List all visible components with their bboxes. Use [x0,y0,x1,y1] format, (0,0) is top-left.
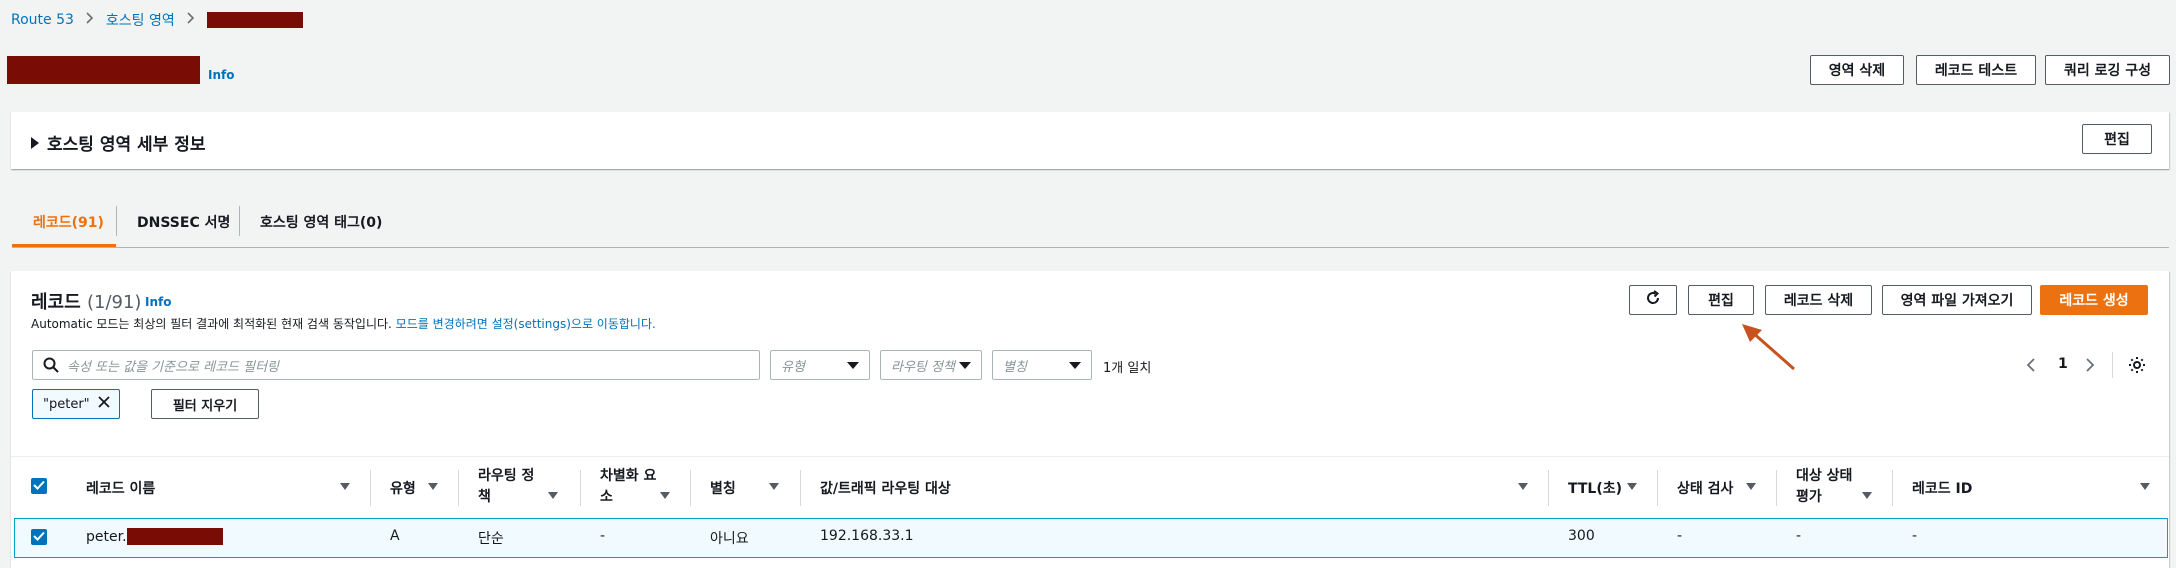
close-icon[interactable] [97,395,111,413]
cell-record-name: peter. [86,528,223,545]
refresh-icon [1645,290,1661,310]
column-divider [1892,470,1893,506]
details-edit-button[interactable]: 편집 [2082,124,2152,154]
column-divider [1657,470,1658,506]
tabs-baseline [12,247,2169,248]
cell-health-check: - [1677,528,1683,544]
chevron-right-icon [86,12,94,28]
match-count: 1개 일치 [1103,361,1152,376]
header-evaluate-target-health[interactable]: 대상 상태 평가 [1796,466,1852,508]
breadcrumb-zone-redacted [206,12,303,28]
tab-zone-tags[interactable]: 호스팅 영역 태그(0) [260,212,382,232]
cell-alias: 아니요 [710,531,749,547]
column-divider [370,470,371,506]
settings-link[interactable]: 모드를 변경하려면 설정(settings)으로 이동합니다. [396,317,656,331]
settings-gear-icon[interactable] [2128,356,2146,378]
prev-page-icon[interactable] [2026,358,2036,376]
delete-zone-button[interactable]: 영역 삭제 [1810,55,1904,85]
select-all-checkbox[interactable] [31,478,47,494]
sort-icon[interactable] [548,492,558,499]
clear-filters-button[interactable]: 필터 지우기 [151,389,259,419]
page-number[interactable]: 1 [2058,356,2068,372]
cell-target-health: - [1796,528,1802,544]
import-zone-file-button[interactable]: 영역 파일 가져오기 [1882,285,2032,315]
header-health-check[interactable]: 상태 검사 [1677,478,1733,498]
header-differentiator[interactable]: 차별화 요 소 [600,466,656,508]
sort-icon[interactable] [2140,483,2150,490]
check-icon [33,529,45,545]
test-record-button[interactable]: 레코드 테스트 [1916,55,2036,85]
cell-value: 192.168.33.1 [820,528,914,544]
breadcrumb-route53-link[interactable]: Route 53 [11,12,74,28]
header-ttl[interactable]: TTL(초) [1568,478,1622,498]
cell-type: A [390,528,400,544]
search-icon [43,357,59,373]
column-divider [580,470,581,506]
column-divider [690,470,691,506]
page-title-redacted [7,56,200,84]
caret-right-icon [31,136,39,149]
expand-toggle[interactable]: 호스팅 영역 세부 정보 [31,130,206,155]
pagination-divider [2112,352,2113,378]
check-icon [33,478,45,494]
caret-down-icon [959,361,971,369]
search-placeholder: 속성 또는 값을 기준으로 레코드 필터링 [67,359,280,375]
details-panel-title: 호스팅 영역 세부 정보 [47,135,206,155]
records-count: (1/91) [86,292,142,313]
sort-icon[interactable] [769,483,779,490]
caret-down-icon [847,361,859,369]
annotation-arrow [1742,324,1795,371]
header-type[interactable]: 유형 [390,478,416,498]
create-record-button[interactable]: 레코드 생성 [2040,285,2148,315]
tab-separator [239,206,240,236]
header-value[interactable]: 값/트래픽 라우팅 대상 [820,478,951,498]
type-filter-select[interactable]: 유형 [770,350,870,380]
info-link[interactable]: Info [208,68,234,82]
header-record-name[interactable]: 레코드 이름 [86,478,155,498]
refresh-button[interactable] [1629,285,1677,315]
tab-records[interactable]: 레코드(91) [33,212,104,232]
chevron-right-icon [187,12,195,28]
header-routing-policy[interactable]: 라우팅 정 책 [478,466,534,508]
cell-record-id: - [1912,528,1918,544]
search-input[interactable]: 속성 또는 값을 기준으로 레코드 필터링 [32,350,760,380]
header-record-id[interactable]: 레코드 ID [1912,478,1972,498]
cell-ttl: 300 [1568,528,1595,544]
caret-down-icon [1069,361,1081,369]
record-name-redacted [126,528,223,545]
alias-filter-select[interactable]: 별칭 [992,350,1092,380]
details-panel: 호스팅 영역 세부 정보 편집 [11,112,2169,169]
delete-record-button[interactable]: 레코드 삭제 [1765,285,1872,315]
filter-token: "peter" [32,389,120,419]
sort-icon[interactable] [1862,492,1872,499]
column-divider [800,470,801,506]
cell-differentiator: - [600,528,606,544]
header-alias[interactable]: 별칭 [710,478,736,498]
records-description: Automatic 모드는 최상의 필터 결과에 최적화된 현재 검색 동작입니… [31,317,656,331]
sort-icon[interactable] [428,483,438,490]
column-divider [1548,470,1549,506]
column-divider [458,470,459,506]
sort-icon[interactable] [1746,483,1756,490]
breadcrumb-hosted-zones-link[interactable]: 호스팅 영역 [106,10,175,30]
sort-icon[interactable] [1627,483,1637,490]
records-info-link[interactable]: Info [145,295,171,309]
query-logging-button[interactable]: 쿼리 로깅 구성 [2045,55,2170,85]
routing-policy-select[interactable]: 라우팅 정책 [880,350,982,380]
tab-separator [116,206,117,236]
tab-dnssec[interactable]: DNSSEC 서명 [137,212,230,232]
filter-token-label: "peter" [43,396,90,412]
breadcrumb: Route 53 호스팅 영역 [11,11,303,29]
next-page-icon[interactable] [2085,358,2095,376]
sort-icon[interactable] [660,492,670,499]
edit-record-button[interactable]: 편집 [1688,285,1754,315]
table-row[interactable] [14,518,2168,558]
sort-icon[interactable] [340,483,350,490]
table-header-divider [11,456,2169,457]
row-checkbox[interactable] [31,529,47,545]
records-title: 레코드 (1/91) [31,292,142,313]
column-divider [1776,470,1777,506]
cell-routing-policy: 단순 [478,531,504,547]
sort-icon[interactable] [1518,483,1528,490]
